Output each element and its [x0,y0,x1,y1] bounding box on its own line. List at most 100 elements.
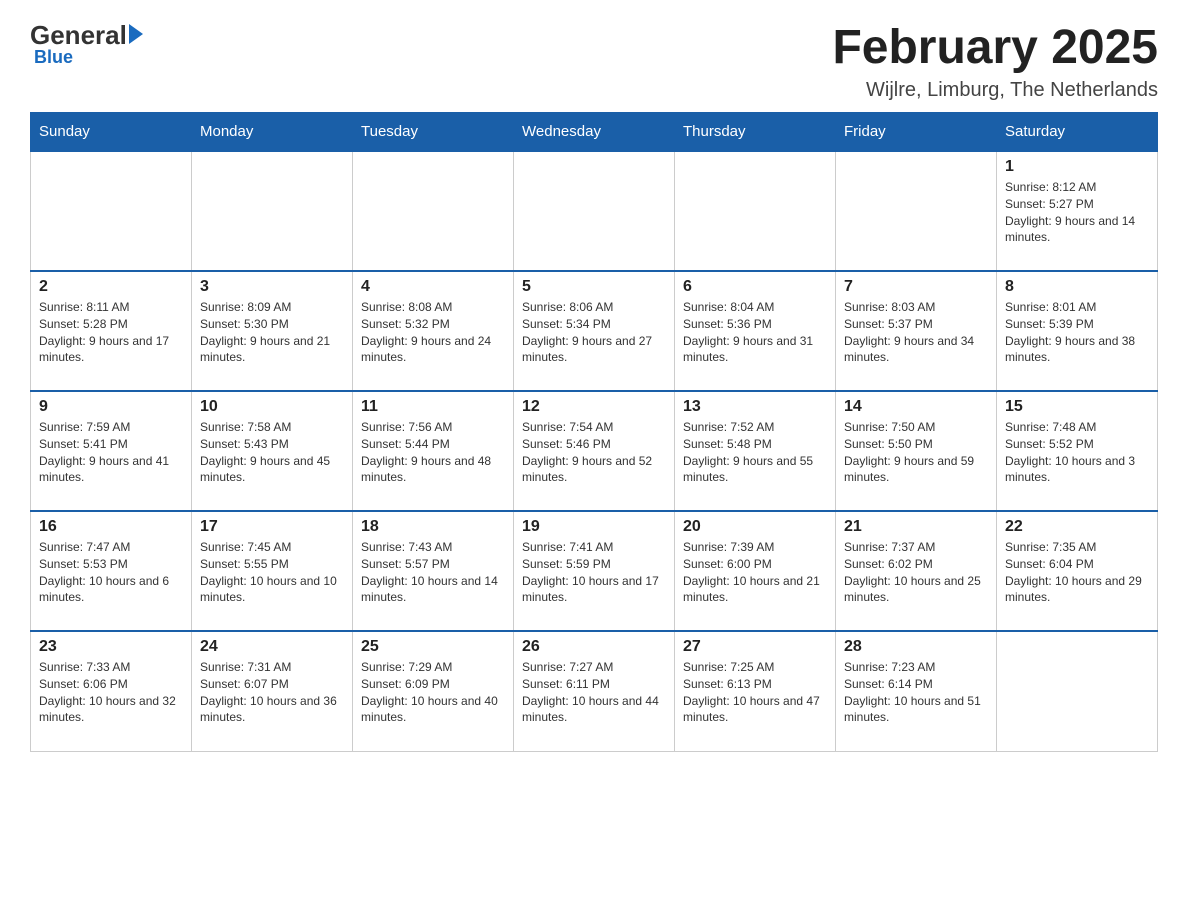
page-header: General Blue February 2025 Wijlre, Limbu… [30,20,1158,102]
day-info: Sunrise: 7:37 AMSunset: 6:02 PMDaylight:… [844,539,988,606]
header-friday: Friday [836,113,997,152]
calendar-cell: 26 Sunrise: 7:27 AMSunset: 6:11 PMDayligh… [514,631,675,751]
calendar-cell [31,151,192,271]
day-info: Sunrise: 8:04 AMSunset: 5:36 PMDaylight:… [683,299,827,366]
calendar-cell: 25 Sunrise: 7:29 AMSunset: 6:09 PMDayligh… [353,631,514,751]
day-info: Sunrise: 7:52 AMSunset: 5:48 PMDaylight:… [683,419,827,486]
day-info: Sunrise: 8:01 AMSunset: 5:39 PMDaylight:… [1005,299,1149,366]
day-number: 27 [683,638,827,656]
day-info: Sunrise: 7:59 AMSunset: 5:41 PMDaylight:… [39,419,183,486]
calendar-cell: 17Sunrise: 7:45 AMSunset: 5:55 PMDayligh… [192,511,353,631]
day-info: Sunrise: 7:33 AMSunset: 6:06 PMDaylight:… [39,659,183,726]
calendar-cell [192,151,353,271]
week-row-5: 23 Sunrise: 7:33 AMSunset: 6:06 PMDayligh… [31,631,1158,751]
day-number: 7 [844,278,988,296]
day-number: 26 [522,638,666,656]
calendar-header: SundayMondayTuesdayWednesdayThursdayFrid… [31,113,1158,152]
title-section: February 2025 Wijlre, Limburg, The Nethe… [832,20,1158,102]
calendar-title: February 2025 [832,20,1158,75]
calendar-cell: 6Sunrise: 8:04 AMSunset: 5:36 PMDaylight… [675,271,836,391]
logo-arrow-icon [129,24,143,44]
day-info: Sunrise: 8:08 AMSunset: 5:32 PMDaylight:… [361,299,505,366]
day-info: Sunrise: 7:58 AMSunset: 5:43 PMDaylight:… [200,419,344,486]
calendar-body: 1 Sunrise: 8:12 AMSunset: 5:27 PMDaylight… [31,151,1158,751]
day-number: 3 [200,278,344,296]
day-number: 14 [844,398,988,416]
calendar-cell: 3 Sunrise: 8:09 AMSunset: 5:30 PMDaylight… [192,271,353,391]
calendar-cell: 16 Sunrise: 7:47 AMSunset: 5:53 PMDayligh… [31,511,192,631]
logo: General Blue [30,20,143,68]
calendar-cell [675,151,836,271]
calendar-cell [353,151,514,271]
day-info: Sunrise: 8:11 AMSunset: 5:28 PMDaylight:… [39,299,183,366]
calendar-cell: 14 Sunrise: 7:50 AMSunset: 5:50 PMDayligh… [836,391,997,511]
day-info: Sunrise: 7:50 AMSunset: 5:50 PMDaylight:… [844,419,988,486]
calendar-cell: 15 Sunrise: 7:48 AMSunset: 5:52 PMDayligh… [997,391,1158,511]
calendar-cell [514,151,675,271]
calendar-cell: 13 Sunrise: 7:52 AMSunset: 5:48 PMDayligh… [675,391,836,511]
calendar-cell: 9 Sunrise: 7:59 AMSunset: 5:41 PMDaylight… [31,391,192,511]
day-number: 15 [1005,398,1149,416]
day-info: Sunrise: 8:09 AMSunset: 5:30 PMDaylight:… [200,299,344,366]
day-info: Sunrise: 7:39 AMSunset: 6:00 PMDaylight:… [683,539,827,606]
calendar-cell: 24 Sunrise: 7:31 AMSunset: 6:07 PMDayligh… [192,631,353,751]
calendar-cell: 28 Sunrise: 7:23 AMSunset: 6:14 PMDayligh… [836,631,997,751]
calendar-table: SundayMondayTuesdayWednesdayThursdayFrid… [30,112,1158,752]
day-info: Sunrise: 7:35 AMSunset: 6:04 PMDaylight:… [1005,539,1149,606]
day-number: 4 [361,278,505,296]
week-row-3: 9 Sunrise: 7:59 AMSunset: 5:41 PMDaylight… [31,391,1158,511]
day-number: 8 [1005,278,1149,296]
day-number: 21 [844,518,988,536]
day-number: 5 [522,278,666,296]
day-number: 19 [522,518,666,536]
calendar-cell: 5 Sunrise: 8:06 AMSunset: 5:34 PMDaylight… [514,271,675,391]
day-number: 25 [361,638,505,656]
day-number: 13 [683,398,827,416]
header-tuesday: Tuesday [353,113,514,152]
day-info: Sunrise: 7:27 AMSunset: 6:11 PMDaylight:… [522,659,666,726]
day-number: 16 [39,518,183,536]
day-info: Sunrise: 7:48 AMSunset: 5:52 PMDaylight:… [1005,419,1149,486]
day-info: Sunrise: 7:31 AMSunset: 6:07 PMDaylight:… [200,659,344,726]
calendar-cell: 23 Sunrise: 7:33 AMSunset: 6:06 PMDayligh… [31,631,192,751]
day-info: Sunrise: 7:41 AMSunset: 5:59 PMDaylight:… [522,539,666,606]
logo-blue: Blue [34,47,73,68]
day-info: Sunrise: 8:03 AMSunset: 5:37 PMDaylight:… [844,299,988,366]
day-number: 1 [1005,158,1149,176]
calendar-cell: 22 Sunrise: 7:35 AMSunset: 6:04 PMDayligh… [997,511,1158,631]
calendar-cell: 18Sunrise: 7:43 AMSunset: 5:57 PMDayligh… [353,511,514,631]
day-number: 20 [683,518,827,536]
calendar-cell [997,631,1158,751]
day-number: 23 [39,638,183,656]
calendar-cell: 27Sunrise: 7:25 AMSunset: 6:13 PMDayligh… [675,631,836,751]
header-saturday: Saturday [997,113,1158,152]
day-info: Sunrise: 7:23 AMSunset: 6:14 PMDaylight:… [844,659,988,726]
day-number: 18 [361,518,505,536]
header-row: SundayMondayTuesdayWednesdayThursdayFrid… [31,113,1158,152]
calendar-cell [836,151,997,271]
calendar-cell: 21 Sunrise: 7:37 AMSunset: 6:02 PMDayligh… [836,511,997,631]
header-monday: Monday [192,113,353,152]
day-number: 22 [1005,518,1149,536]
calendar-cell: 1 Sunrise: 8:12 AMSunset: 5:27 PMDaylight… [997,151,1158,271]
day-number: 11 [361,398,505,416]
header-wednesday: Wednesday [514,113,675,152]
calendar-cell: 19 Sunrise: 7:41 AMSunset: 5:59 PMDayligh… [514,511,675,631]
location-subtitle: Wijlre, Limburg, The Netherlands [832,79,1158,102]
day-info: Sunrise: 8:12 AMSunset: 5:27 PMDaylight:… [1005,179,1149,246]
day-info: Sunrise: 7:47 AMSunset: 5:53 PMDaylight:… [39,539,183,606]
calendar-cell: 8 Sunrise: 8:01 AMSunset: 5:39 PMDaylight… [997,271,1158,391]
day-number: 12 [522,398,666,416]
calendar-cell: 4 Sunrise: 8:08 AMSunset: 5:32 PMDaylight… [353,271,514,391]
day-number: 9 [39,398,183,416]
calendar-cell: 20 Sunrise: 7:39 AMSunset: 6:00 PMDayligh… [675,511,836,631]
day-number: 28 [844,638,988,656]
calendar-cell: 2Sunrise: 8:11 AMSunset: 5:28 PMDaylight… [31,271,192,391]
day-number: 17 [200,518,344,536]
day-info: Sunrise: 7:29 AMSunset: 6:09 PMDaylight:… [361,659,505,726]
calendar-cell: 7 Sunrise: 8:03 AMSunset: 5:37 PMDaylight… [836,271,997,391]
day-number: 24 [200,638,344,656]
day-info: Sunrise: 7:54 AMSunset: 5:46 PMDaylight:… [522,419,666,486]
header-sunday: Sunday [31,113,192,152]
day-info: Sunrise: 8:06 AMSunset: 5:34 PMDaylight:… [522,299,666,366]
